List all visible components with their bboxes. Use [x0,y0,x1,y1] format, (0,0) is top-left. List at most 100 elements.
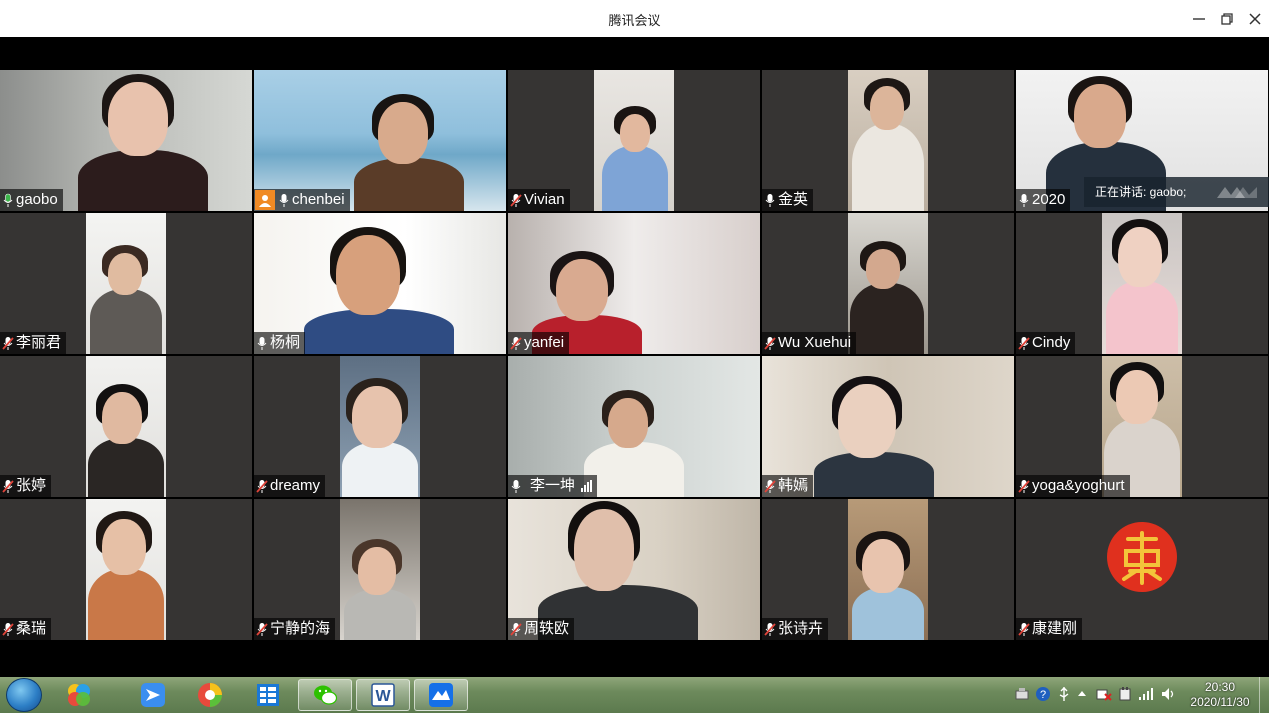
app-tencent-meeting-icon[interactable] [414,679,468,711]
restore-icon[interactable] [1216,8,1238,30]
participant-video [86,213,166,354]
participant-name: 康建刚 [1032,620,1078,637]
expand-tray-icon[interactable] [1074,686,1090,702]
participant-tile[interactable]: Wu Xuehui [762,213,1014,354]
participant-name: 李丽君 [16,334,62,351]
participant-video [1102,213,1182,354]
mic-muted-icon [1018,622,1030,637]
video-grid: gaobo chenbei Vivian 金英 2020 李丽君 杨桐 yanfei Wu Xu… [0,70,1269,642]
participant-namebar: 桑瑞 [0,618,52,640]
participant-name: 金英 [778,191,809,208]
mic-muted-icon [1018,479,1030,494]
svg-text:?: ? [1040,689,1046,701]
participant-tile[interactable]: Cindy [1016,213,1268,354]
speaking-label: 正在讲话: gaobo; [1095,185,1187,199]
mic-muted-icon [256,622,268,637]
app-files-icon[interactable] [241,679,295,711]
participant-namebar: Wu Xuehui [762,332,857,354]
participant-name: 张诗卉 [778,620,824,637]
participant-tile[interactable]: gaobo [0,70,252,211]
participant-name: 张婷 [16,477,47,494]
mic-muted-icon [256,479,268,494]
tencent-meeting-window: 腾讯会议 gaobo chenbei Vivian 金英 2020 李丽君 杨桐 yanfei… [0,0,1269,713]
show-desktop-button[interactable] [1259,677,1269,713]
participant-tile[interactable]: 康建刚 [1016,499,1268,640]
network-signal-icon [581,480,593,492]
participant-tile[interactable]: yanfei [508,213,760,354]
host-badge-icon [255,190,275,210]
svg-text:W: W [375,688,391,705]
app-wechat-icon[interactable] [298,679,352,711]
participant-name: 李一坤 [530,477,576,494]
title-bar: 腾讯会议 [0,0,1269,37]
participant-video [340,499,420,640]
participant-video [594,70,674,211]
mic-muted-icon [510,193,522,208]
help-icon[interactable]: ? [1035,686,1051,702]
seal-logo-icon [1107,522,1177,592]
windows-taskbar: W ? 20:30 2020/11/30 [0,677,1269,713]
participant-tile[interactable]: 张诗卉 [762,499,1014,640]
app-360browser-icon[interactable] [183,679,237,711]
participant-namebar: chenbei [254,189,350,211]
app-360-icon[interactable] [52,679,106,711]
participant-video [86,356,166,497]
participant-tile[interactable]: 金英 [762,70,1014,211]
taskbar-clock[interactable]: 20:30 2020/11/30 [1180,680,1260,710]
window-title: 腾讯会议 [608,13,661,28]
app-feishu-icon[interactable] [126,679,180,711]
participant-tile[interactable]: 杨桐 [254,213,506,354]
participant-name: Vivian [524,191,565,208]
mic-on-icon [256,336,268,351]
participant-name: 宁静的海 [270,620,331,637]
signal-icon[interactable] [1138,686,1154,702]
participant-namebar: 康建刚 [1016,618,1083,640]
minimize-icon[interactable] [1188,8,1210,30]
mic-muted-icon [2,479,14,494]
mic-on-icon [2,193,14,208]
participant-namebar: 杨桐 [254,332,306,354]
participant-namebar: dreamy [254,475,326,497]
power-icon[interactable] [1117,686,1133,702]
participant-namebar: 金英 [762,189,814,211]
security-alert-icon[interactable] [1096,686,1112,702]
participant-namebar: 2020 [1016,189,1071,211]
participant-tile[interactable]: Vivian [508,70,760,211]
close-icon[interactable] [1244,8,1266,30]
network-icon[interactable] [1014,686,1030,702]
participant-tile[interactable]: 李丽君 [0,213,252,354]
participant-namebar: 张婷 [0,475,52,497]
participant-name: 杨桐 [270,334,301,351]
mic-muted-icon [764,479,776,494]
participant-namebar: gaobo [0,189,63,211]
participant-tile[interactable]: 宁静的海 [254,499,506,640]
participant-tile[interactable]: 周轶欧 [508,499,760,640]
participant-tile[interactable]: 张婷 [0,356,252,497]
participant-video [340,356,420,497]
participant-name: 2020 [1032,191,1066,208]
mic-muted-icon [510,336,522,351]
participant-tile[interactable]: dreamy [254,356,506,497]
participant-name: 桑瑞 [16,620,47,637]
mic-on-icon [278,193,290,208]
participant-tile[interactable]: 李一坤 [508,356,760,497]
participant-namebar: yoga&yoghurt [1016,475,1130,497]
usb-icon[interactable] [1056,686,1072,702]
participant-video [86,499,166,640]
clock-date: 2020/11/30 [1190,695,1250,709]
volume-icon[interactable] [1160,686,1176,702]
participant-video [848,213,928,354]
mic-muted-icon [510,622,522,637]
clock-time: 20:30 [1204,680,1236,694]
participant-tile[interactable]: chenbei [254,70,506,211]
participant-tile[interactable]: yoga&yoghurt [1016,356,1268,497]
participant-tile[interactable]: 桑瑞 [0,499,252,640]
participant-namebar: yanfei [508,332,570,354]
mic-muted-icon [764,622,776,637]
participant-name: Wu Xuehui [778,334,852,351]
participant-tile[interactable]: 韩嫣 [762,356,1014,497]
start-orb[interactable] [6,678,42,712]
mic-on-icon [510,479,522,494]
participant-namebar: 李一坤 [508,475,598,497]
app-word-icon[interactable]: W [356,679,410,711]
